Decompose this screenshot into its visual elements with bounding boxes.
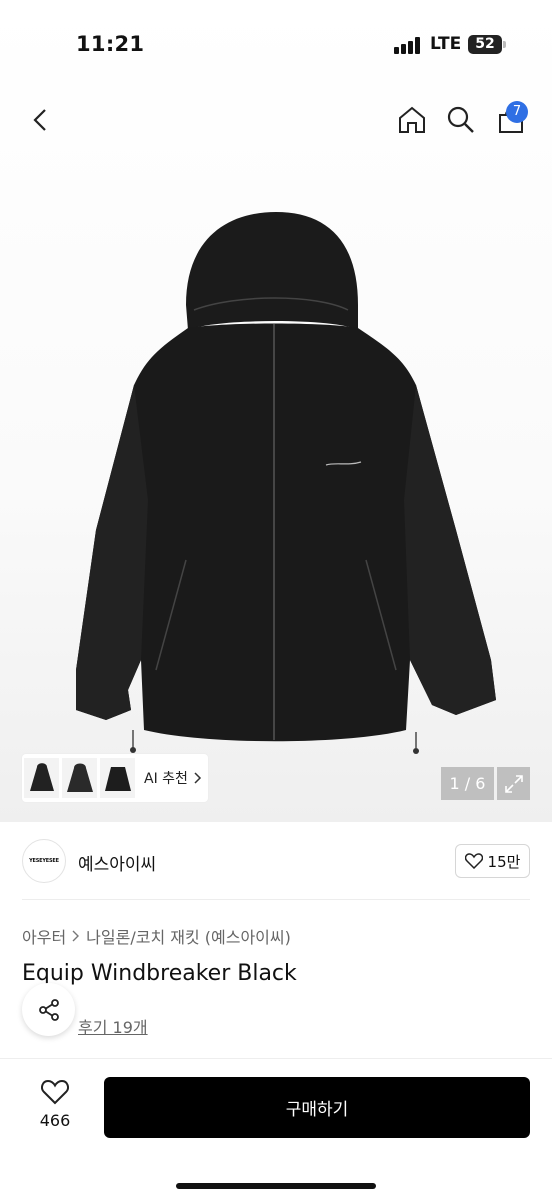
thumbnail-1[interactable] — [24, 758, 59, 798]
share-icon[interactable] — [22, 983, 75, 1036]
wishlist-count: 466 — [39, 1111, 71, 1130]
home-icon[interactable] — [390, 90, 434, 150]
chevron-right-icon — [72, 927, 80, 946]
buy-button[interactable]: 구매하기 — [104, 1077, 530, 1138]
image-counter: 1 / 6 — [441, 767, 494, 800]
expand-icon[interactable] — [497, 767, 530, 800]
product-page: AI 추천 1 / 6 11:21 LTE 52 7 YESEYESEE 예스아… — [0, 0, 552, 1200]
brand-row: YESEYESEE 예스아이씨 15만 — [0, 822, 552, 900]
product-image-windbreaker[interactable] — [36, 200, 516, 760]
ai-recommend-strip[interactable]: AI 추천 — [22, 754, 208, 802]
brand-like-count: 15만 — [487, 852, 521, 871]
divider — [22, 899, 530, 900]
brand-logo[interactable]: YESEYESEE — [22, 839, 66, 883]
top-nav — [0, 90, 552, 152]
signal-icon — [394, 36, 422, 54]
breadcrumb-item[interactable]: 아우터 — [22, 924, 66, 948]
cart-count-badge: 7 — [506, 101, 528, 123]
wishlist-button[interactable]: 466 — [30, 1079, 80, 1130]
home-indicator — [176, 1183, 376, 1189]
bottom-action-bar: 466 구매하기 — [0, 1058, 552, 1200]
brand-like-button[interactable]: 15만 — [455, 844, 530, 878]
brand-name[interactable]: 예스아이씨 — [78, 850, 156, 875]
thumbnail-3[interactable] — [100, 758, 135, 798]
breadcrumb-item[interactable]: 나일론/코치 재킷 (예스아이씨) — [86, 924, 291, 948]
back-icon[interactable] — [18, 90, 62, 150]
search-icon[interactable] — [439, 90, 483, 150]
brand-logo-text: YESEYESEE — [29, 858, 59, 864]
network-type: LTE — [430, 34, 462, 54]
breadcrumb: 아우터 나일론/코치 재킷 (예스아이씨) — [22, 924, 291, 948]
battery-icon: 52 — [468, 35, 506, 54]
ai-recommend-label: AI 추천 — [144, 771, 188, 787]
status-bar: 11:21 LTE 52 — [0, 0, 552, 90]
heart-icon — [41, 1079, 69, 1105]
status-time: 11:21 — [76, 32, 145, 56]
chevron-right-icon — [194, 772, 201, 784]
product-title: Equip Windbreaker Black — [22, 961, 297, 986]
reviews-link[interactable]: 후기 19개 — [78, 1014, 148, 1038]
thumbnail-2[interactable] — [62, 758, 97, 798]
ai-recommend-link[interactable]: AI 추천 — [144, 768, 202, 788]
heart-icon — [464, 853, 483, 869]
